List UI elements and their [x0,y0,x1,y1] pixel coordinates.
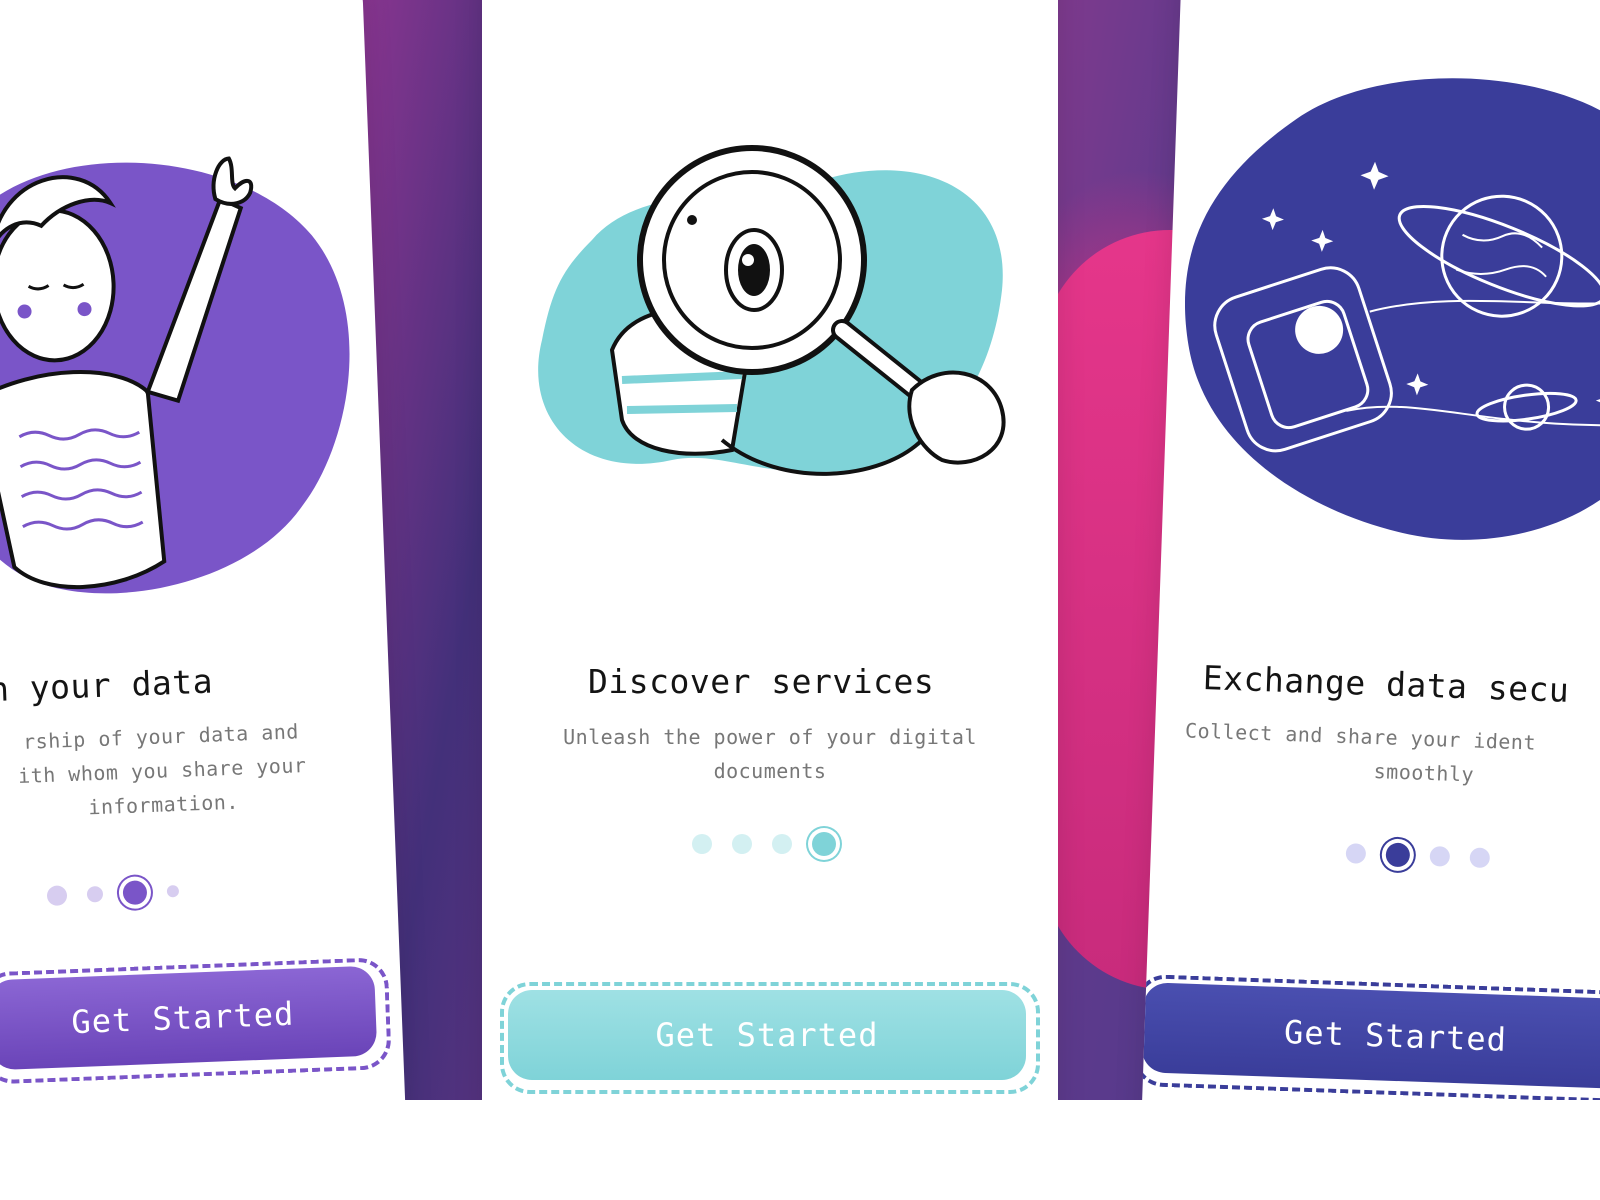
onboarding-card-exchange: Exchange data secu Collect and share you… [1139,0,1600,1100]
screen-subtitle: Unleash the power of your digital docume… [520,720,1020,788]
page-dot[interactable] [692,834,712,854]
get-started-button[interactable]: Get Started [508,990,1026,1080]
page-dot[interactable] [1345,843,1367,864]
page-dot[interactable] [166,884,180,898]
page-dot-active[interactable] [812,832,836,856]
smartwatch-planets-illustration [1185,78,1600,540]
page-indicator [1345,841,1491,870]
screen-title: n your data [0,661,214,710]
subtitle-line: documents [713,759,827,783]
page-indicator [46,879,180,908]
page-dot-active[interactable] [122,880,148,906]
page-indicator [692,832,836,856]
page-dot[interactable] [1469,847,1491,869]
waving-person-illustration [0,156,350,594]
get-started-button[interactable]: Get Started [1141,982,1600,1090]
page-dot[interactable] [46,885,68,907]
onboarding-card-discover: Discover services Unleash the power of y… [482,0,1058,1100]
page-dot[interactable] [1429,846,1451,867]
magnifying-glass-illustration [538,145,1006,476]
page-dot[interactable] [772,834,792,854]
screen-subtitle: Collect and share your ident smoothly [1173,713,1600,800]
screen-title: Exchange data secu [1202,658,1571,710]
screen-title: Discover services [588,662,935,701]
background: n your data rship of your data and ith w… [0,0,1600,1100]
onboarding-card-own-data: n your data rship of your data and ith w… [0,0,408,1100]
page-dot-active[interactable] [1385,842,1411,868]
get-started-button[interactable]: Get Started [0,965,378,1071]
page-dot[interactable] [732,834,752,854]
page-dot[interactable] [86,885,104,903]
subtitle-line: Unleash the power of your digital [563,725,977,749]
screen-subtitle: rship of your data and ith whom you shar… [0,713,344,829]
